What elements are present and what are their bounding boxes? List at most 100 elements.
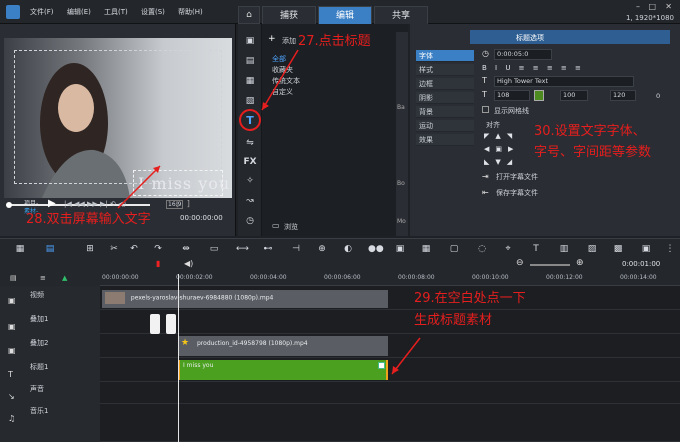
motion-icon[interactable]: ↝ [242, 194, 258, 208]
save-file-icon[interactable]: ⇤ [482, 188, 489, 197]
angle-field[interactable]: 120 [610, 90, 636, 101]
tab-share[interactable]: 共享 [374, 6, 428, 24]
video-clip[interactable]: pexels-yaroslav-shuraev-6984880 (1080p).… [102, 290, 388, 308]
transport-controls-icon[interactable]: |◀ ◀◀ ▶▶ ▶| ⟲ ◀) [64, 200, 126, 208]
spacing-field[interactable]: 100 [560, 90, 588, 101]
zoom-in-icon[interactable]: ⊕ [576, 258, 584, 268]
zoom-out-icon[interactable]: ⊖ [516, 258, 524, 268]
home-icon[interactable]: ⌂ [238, 6, 260, 24]
title-tool-icon[interactable]: T [530, 243, 542, 255]
add-track-icon[interactable]: ▲ [62, 274, 67, 282]
overlay2-clip[interactable]: ★ production_id-4958798 (1080p).mp4 [178, 336, 388, 356]
folder-favorites[interactable]: 收藏夹 [272, 65, 293, 75]
multicam-icon[interactable]: ⊕ [316, 243, 328, 255]
opt-tab-font[interactable]: 字体 [416, 50, 474, 62]
split-icon[interactable]: ✂ [108, 243, 120, 255]
timeline-view-icon[interactable]: ▤ [44, 243, 56, 255]
subtitle-icon[interactable]: ⊣ [290, 243, 302, 255]
duration-field[interactable]: 0:00:05:0 [494, 49, 552, 60]
menu-settings[interactable]: 设置(S) [141, 7, 165, 17]
opt-tab-shadow[interactable]: 阴影 [416, 92, 474, 104]
folder-legacy-text[interactable]: 传统文本 [272, 76, 300, 86]
transform-icon[interactable]: ⌖ [502, 243, 514, 255]
font-color-swatch[interactable] [534, 90, 544, 101]
storyboard-view-icon[interactable]: ▦ [14, 243, 26, 255]
preview-screen[interactable]: I miss you [4, 38, 232, 198]
minimize-icon[interactable]: – [636, 2, 640, 11]
media-icon[interactable]: ▣ [242, 34, 258, 48]
folder-all[interactable]: 全部 [272, 54, 286, 64]
play-button[interactable]: ▶ [48, 198, 56, 209]
instant-project-icon[interactable]: ▤ [242, 54, 258, 68]
track-manager-icon[interactable]: ⊞ [84, 243, 96, 255]
browse-label[interactable]: 浏览 [284, 222, 298, 232]
image-icon[interactable]: ▨ [586, 243, 598, 255]
browse-folder-icon[interactable]: ▭ [272, 221, 280, 230]
audio-icon[interactable]: ◀) [184, 259, 193, 268]
tab-capture[interactable]: 捕获 [262, 6, 316, 24]
menu-file[interactable]: 文件(F) [30, 7, 54, 17]
delete-icon[interactable]: ▩ [612, 243, 624, 255]
redo-icon[interactable]: ↷ [152, 243, 164, 255]
undo-icon[interactable]: ↶ [128, 243, 140, 255]
rotate-icon[interactable]: ◌ [476, 243, 488, 255]
grid-checkbox[interactable] [482, 106, 489, 113]
angle2-value[interactable]: 0 [656, 92, 660, 100]
overlay1-clip-a[interactable] [150, 314, 160, 334]
menu-help[interactable]: 帮助(H) [178, 7, 203, 17]
opt-tab-border[interactable]: 边框 [416, 78, 474, 90]
folder-custom[interactable]: 自定义 [272, 87, 293, 97]
overlay1-clip-b[interactable] [166, 314, 176, 334]
tab-edit[interactable]: 编辑 [318, 6, 372, 24]
zoom-slider[interactable] [530, 264, 570, 266]
clock-icon[interactable]: ◷ [242, 214, 258, 228]
text-style-buttons-icon[interactable]: B I U ≡ ≡ ≡ ≡ ≡ [482, 64, 584, 72]
opt-tab-style[interactable]: 样式 [416, 64, 474, 76]
font-name-select[interactable]: High Tower Text [494, 76, 634, 87]
menu-edit[interactable]: 编辑(E) [67, 7, 91, 17]
path-icon[interactable]: ✧ [242, 174, 258, 188]
graphic-icon[interactable]: ▦ [242, 74, 258, 88]
track-sort-icon[interactable]: ≡ [40, 274, 46, 282]
maximize-icon[interactable]: □ [648, 2, 656, 11]
overlay-icon[interactable]: ▧ [242, 94, 258, 108]
align-grid[interactable]: ◤▲◥ ◀▣▶ ◣▼◢ [484, 130, 524, 170]
record-dot-icon[interactable]: ▮ [156, 259, 160, 268]
grid-icon[interactable]: ▦ [420, 243, 432, 255]
track-row-overlay1[interactable] [100, 310, 680, 334]
more-icon[interactable]: ⋮ [664, 243, 676, 255]
zoom-time[interactable]: 0:00:01:00 [622, 260, 660, 268]
audio-mix-icon[interactable]: ◐ [342, 243, 354, 255]
open-file-icon[interactable]: ⇥ [482, 172, 489, 181]
playhead-handle[interactable] [6, 202, 12, 208]
opt-tab-motion[interactable]: 运动 [416, 120, 474, 132]
marker-icon[interactable]: ⊷ [262, 243, 274, 255]
opt-tab-background[interactable]: 背景 [416, 106, 474, 118]
close-icon[interactable]: ✕ [665, 2, 672, 11]
opt-tab-effect[interactable]: 效果 [416, 134, 474, 146]
grid-label[interactable]: 显示网格线 [494, 106, 529, 116]
text-icon[interactable]: ▣ [394, 243, 406, 255]
title-text[interactable]: I miss you [138, 174, 230, 193]
mask-icon[interactable]: ●● [368, 243, 384, 255]
track-row-voice[interactable] [100, 382, 680, 404]
record-icon[interactable]: ▭ [208, 243, 220, 255]
export-icon[interactable]: ▣ [640, 243, 652, 255]
fx-icon[interactable]: FX [242, 155, 258, 169]
playhead-line[interactable] [178, 274, 179, 442]
timecode-display[interactable]: 00:00:00:00 [180, 214, 223, 222]
menu-tools[interactable]: 工具(T) [104, 7, 128, 17]
open-subtitle-file[interactable]: 打开字幕文件 [496, 172, 538, 182]
timeline-ruler[interactable]: 00:00:00:00 00:00:02:00 00:00:04:00 00:0… [100, 272, 680, 286]
ratio-badge[interactable]: 16:9 [166, 200, 184, 209]
track-row-music1[interactable] [100, 404, 680, 442]
crop-icon[interactable]: ▢ [448, 243, 460, 255]
save-subtitle-file[interactable]: 保存字幕文件 [496, 188, 538, 198]
transition-icon[interactable]: ⇋ [242, 136, 258, 150]
font-size-field[interactable]: 108 [494, 90, 530, 101]
fit-icon[interactable]: ⇹ [180, 243, 192, 255]
track-list-icon[interactable]: ▤ [10, 274, 17, 282]
title-clip-edit-icon[interactable] [378, 362, 385, 369]
stopmotion-icon[interactable]: ▥ [558, 243, 570, 255]
title-clip[interactable]: I miss you [178, 360, 388, 380]
